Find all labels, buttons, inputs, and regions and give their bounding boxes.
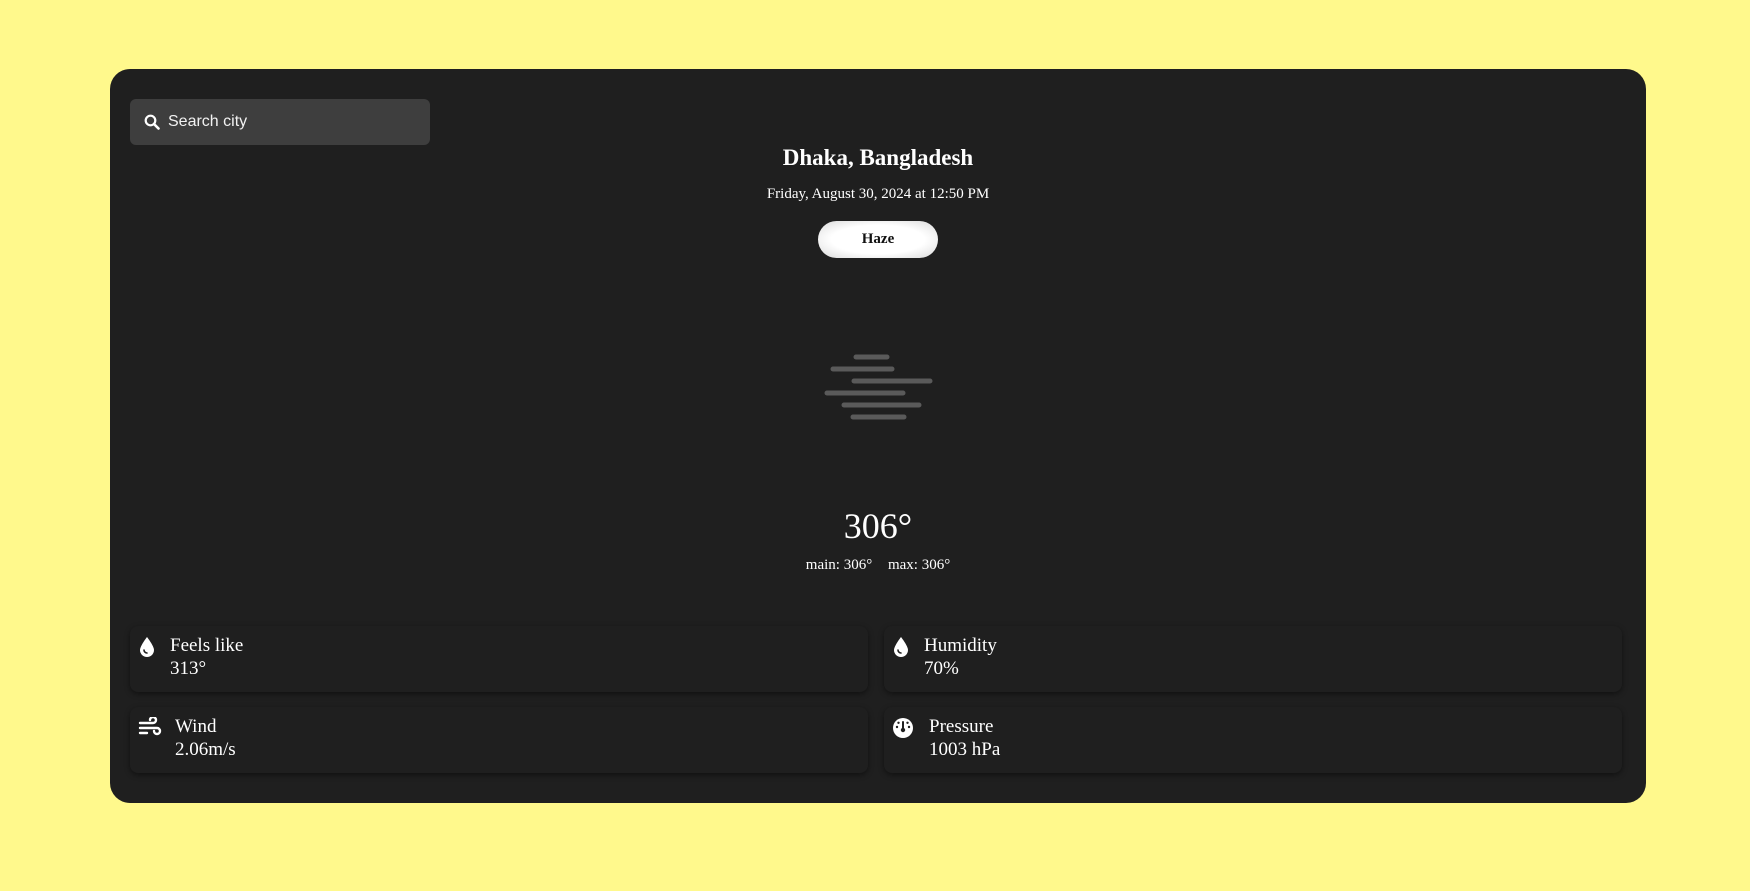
haze-icon	[824, 352, 934, 433]
search-bar[interactable]	[130, 99, 430, 145]
feels-like-card: Feels like 313°	[130, 626, 868, 692]
pressure-label: Pressure	[929, 716, 994, 737]
wind-value: 2.06m/s	[175, 739, 236, 760]
condition-label: Haze	[861, 231, 895, 247]
humidity-card: Humidity 70%	[884, 626, 1622, 692]
water-drop-icon	[892, 636, 910, 663]
humidity-value: 70%	[924, 658, 959, 679]
date-time: Friday, August 30, 2024 at 12:50 PM	[766, 186, 990, 202]
gauge-icon	[892, 717, 914, 744]
wind-label: Wind	[175, 716, 217, 737]
pressure-card: Pressure 1003 hPa	[884, 707, 1622, 773]
wind-icon	[138, 715, 162, 742]
humidity-label: Humidity	[924, 635, 997, 656]
water-drop-icon	[138, 636, 156, 663]
wind-card: Wind 2.06m/s	[130, 707, 868, 773]
search-input[interactable]	[168, 113, 408, 131]
current-temperature: 306°	[843, 506, 913, 546]
feels-like-value: 313°	[170, 658, 207, 679]
city-name: Dhaka, Bangladesh	[782, 145, 974, 170]
pressure-value: 1003 hPa	[929, 739, 1001, 760]
max-temperature: max: 306°	[887, 557, 951, 573]
main-temperature: main: 306°	[805, 557, 873, 573]
feels-like-label: Feels like	[170, 635, 244, 656]
weather-card: Dhaka, Bangladesh Friday, August 30, 202…	[110, 69, 1646, 803]
temperature-range: main: 306° max: 306°	[110, 557, 1646, 574]
search-icon	[144, 114, 160, 130]
condition-badge: Haze	[818, 221, 938, 258]
